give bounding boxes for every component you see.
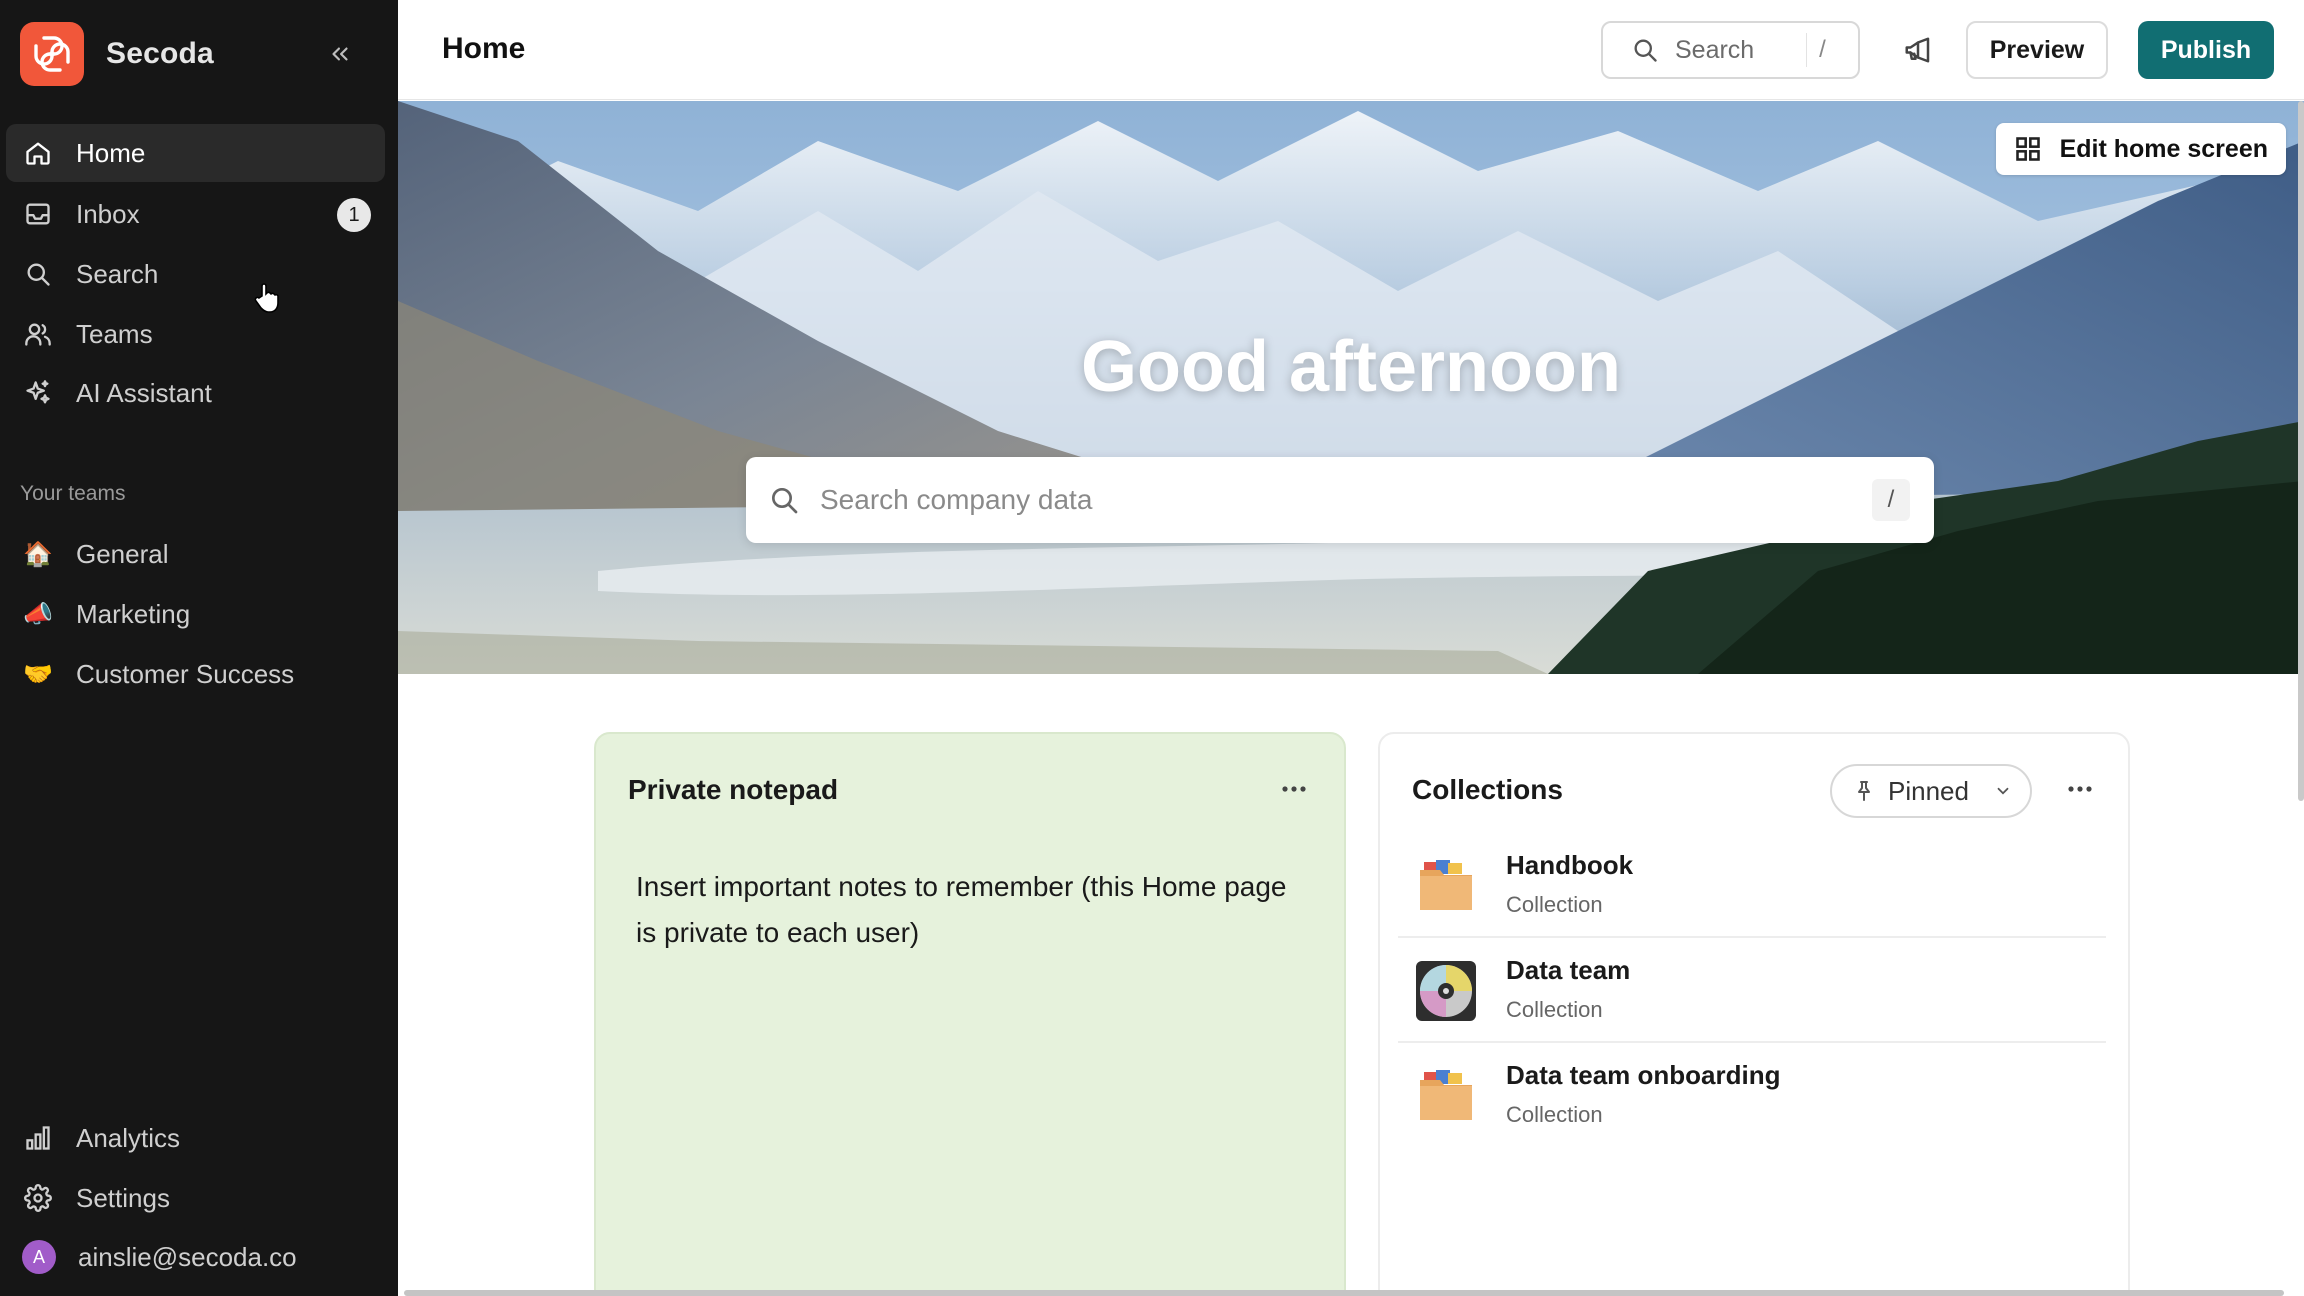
sidebar-item-teams[interactable]: Teams bbox=[6, 305, 385, 363]
more-options-icon[interactable] bbox=[2060, 774, 2100, 804]
collection-type: Collection bbox=[1506, 997, 1603, 1022]
collection-type: Collection bbox=[1506, 1102, 1603, 1127]
sidebar-item-ai-assistant[interactable]: AI Assistant bbox=[6, 364, 385, 422]
topbar-search-button[interactable]: Search / bbox=[1601, 21, 1860, 79]
brand[interactable]: Secoda bbox=[20, 22, 214, 86]
handshake-emoji-icon: 🤝 bbox=[23, 660, 53, 688]
collections-card: Collections Pinned Handbook Collection D bbox=[1378, 732, 2130, 1296]
collapse-sidebar-icon[interactable] bbox=[322, 36, 358, 72]
search-shortcut-key: / bbox=[1806, 33, 1838, 67]
folder-icon bbox=[1416, 1066, 1476, 1126]
edit-home-screen-button[interactable]: Edit home screen bbox=[1995, 123, 2286, 175]
search-icon bbox=[1631, 36, 1659, 64]
chevron-down-icon bbox=[1994, 782, 2012, 800]
collection-name: Handbook bbox=[1506, 850, 1634, 880]
sidebar-user-account[interactable]: A ainslie@secoda.co bbox=[6, 1228, 385, 1286]
sidebar-team-marketing[interactable]: 📣 Marketing bbox=[6, 585, 385, 643]
company-search-input[interactable]: Search company data / bbox=[746, 457, 1934, 543]
bar-chart-icon bbox=[22, 1122, 54, 1154]
sidebar: Secoda Home Inbox 1 Search Teams AI Assi… bbox=[0, 0, 398, 1296]
layout-grid-icon bbox=[2014, 135, 2042, 163]
notepad-text[interactable]: Insert important notes to remember (this… bbox=[636, 864, 1296, 956]
sidebar-item-label: AI Assistant bbox=[76, 377, 212, 408]
company-search-placeholder: Search company data bbox=[820, 484, 1093, 515]
hero-banner: Edit home screen Good afternoon Search c… bbox=[398, 101, 2304, 674]
users-icon bbox=[22, 318, 54, 350]
sidebar-item-label: Marketing bbox=[76, 598, 191, 629]
home-widgets: Private notepad Insert important notes t… bbox=[398, 674, 2304, 1296]
page-title: Home bbox=[442, 32, 526, 65]
greeting-heading: Good afternoon bbox=[1081, 327, 1621, 407]
sidebar-team-general[interactable]: 🏠 General bbox=[6, 525, 385, 583]
collection-item[interactable]: Data team Collection bbox=[1398, 939, 2106, 1043]
sidebar-item-label: Customer Success bbox=[76, 658, 295, 689]
inbox-count-badge: 1 bbox=[337, 198, 371, 232]
private-notepad-card: Private notepad Insert important notes t… bbox=[594, 732, 1346, 1296]
topbar-search-label: Search bbox=[1675, 35, 1755, 64]
collections-title: Collections bbox=[1412, 774, 1563, 805]
megaphone-emoji-icon: 📣 bbox=[23, 600, 53, 628]
secoda-logo-icon bbox=[20, 22, 84, 86]
vertical-scrollbar[interactable] bbox=[2298, 101, 2304, 801]
preview-button[interactable]: Preview bbox=[1966, 21, 2108, 79]
pinned-filter-dropdown[interactable]: Pinned bbox=[1830, 764, 2032, 818]
search-icon bbox=[22, 258, 54, 290]
pin-icon bbox=[1852, 778, 1876, 804]
user-email: ainslie@secoda.co bbox=[78, 1241, 297, 1272]
folder-icon bbox=[1416, 856, 1476, 916]
sidebar-item-analytics[interactable]: Analytics bbox=[6, 1109, 385, 1167]
sidebar-item-label: Teams bbox=[76, 318, 153, 349]
collection-name: Data team bbox=[1506, 955, 1631, 985]
pinned-filter-label: Pinned bbox=[1888, 775, 1969, 806]
notepad-title: Private notepad bbox=[628, 774, 839, 805]
sparkles-icon bbox=[22, 377, 54, 409]
collection-type: Collection bbox=[1506, 892, 1603, 917]
sidebar-item-label: Settings bbox=[76, 1182, 170, 1213]
sidebar-item-inbox[interactable]: Inbox 1 bbox=[6, 185, 385, 243]
edit-home-screen-label: Edit home screen bbox=[2059, 134, 2268, 163]
sidebar-item-home[interactable]: Home bbox=[6, 124, 385, 182]
gear-icon bbox=[22, 1182, 54, 1214]
more-options-icon[interactable] bbox=[1274, 774, 1314, 804]
sidebar-item-search[interactable]: Search bbox=[6, 245, 385, 303]
search-shortcut-key: / bbox=[1872, 479, 1910, 521]
inbox-icon bbox=[22, 198, 54, 230]
your-teams-heading: Your teams bbox=[20, 482, 126, 505]
sidebar-team-customer-success[interactable]: 🤝 Customer Success bbox=[6, 645, 385, 703]
disc-icon bbox=[1416, 961, 1476, 1021]
megaphone-icon[interactable] bbox=[1898, 30, 1938, 70]
topbar: Home Search / Preview Publish bbox=[398, 0, 2304, 100]
sidebar-item-label: Home bbox=[76, 137, 146, 168]
brand-name: Secoda bbox=[106, 37, 214, 70]
sidebar-item-label: General bbox=[76, 538, 169, 569]
publish-button[interactable]: Publish bbox=[2138, 21, 2274, 79]
collection-item[interactable]: Data team onboarding Collection bbox=[1398, 1044, 2106, 1148]
sidebar-item-label: Search bbox=[76, 258, 159, 289]
sidebar-item-label: Inbox bbox=[76, 198, 140, 229]
search-icon bbox=[768, 484, 800, 516]
sidebar-item-settings[interactable]: Settings bbox=[6, 1169, 385, 1227]
hand-cursor-icon bbox=[254, 282, 280, 319]
sidebar-item-label: Analytics bbox=[76, 1122, 181, 1153]
house-emoji-icon: 🏠 bbox=[23, 540, 53, 568]
home-icon bbox=[22, 137, 54, 169]
horizontal-scrollbar[interactable] bbox=[404, 1290, 2284, 1296]
collection-name: Data team onboarding bbox=[1506, 1060, 1781, 1090]
collection-item[interactable]: Handbook Collection bbox=[1398, 834, 2106, 938]
avatar: A bbox=[22, 1240, 56, 1274]
